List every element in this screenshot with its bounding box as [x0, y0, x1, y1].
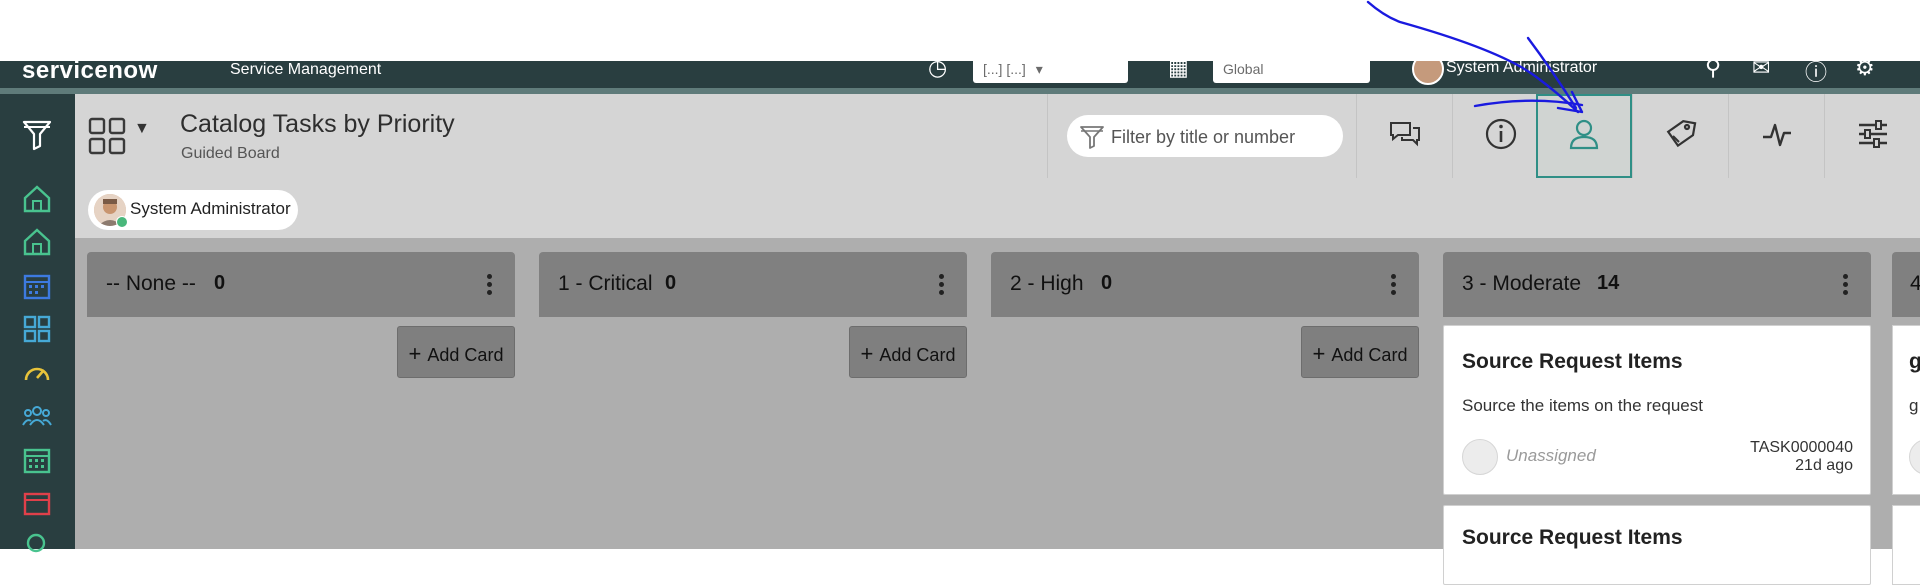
lane-count: 0 [214, 272, 226, 294]
add-card-label: Add Card [1331, 345, 1408, 365]
activity-icon [1760, 117, 1794, 156]
window-icon[interactable]: ▦ [1168, 61, 1189, 81]
presence-indicator [116, 216, 128, 228]
lane-title: 2 - High [1010, 272, 1084, 295]
chat-icon[interactable]: ✉ [1752, 61, 1770, 81]
add-card-label: Add Card [879, 345, 956, 365]
chat-icon [1388, 119, 1422, 154]
labels-button[interactable] [1632, 94, 1728, 178]
home-icon[interactable] [20, 182, 54, 216]
lane-count: 14 [1597, 272, 1620, 294]
info-icon [1484, 117, 1518, 156]
task-card[interactable]: g g [1892, 325, 1920, 495]
more-options-icon[interactable] [487, 274, 493, 298]
assignee-avatar[interactable] [1462, 439, 1498, 475]
lane-count: 0 [1101, 272, 1113, 294]
grid-icon[interactable] [20, 312, 54, 346]
add-card-button[interactable]: + Add Card [397, 326, 515, 378]
card-age: 21d ago [1795, 457, 1853, 474]
filter-field[interactable] [1067, 115, 1343, 159]
card-description: Source the items on the request [1462, 396, 1703, 415]
lane-title: 3 - Moderate [1462, 272, 1582, 295]
user-chip[interactable]: System Administrator [88, 190, 298, 230]
user-chip-label: System Administrator [130, 199, 291, 218]
conversations-button[interactable] [1356, 94, 1452, 178]
calendar-icon[interactable] [20, 269, 54, 303]
plus-icon: + [408, 341, 422, 366]
add-card-button[interactable]: + Add Card [1301, 326, 1419, 378]
task-card[interactable]: Source Request Items Source the items on… [1443, 325, 1871, 495]
chevron-down-icon: ▾ [1035, 61, 1043, 77]
search-icon[interactable]: ⚲ [1705, 61, 1721, 81]
board-subtitle: Guided Board [181, 145, 280, 162]
divider [1047, 94, 1048, 178]
more-options-icon[interactable] [939, 274, 945, 298]
lane-header: 4 [1892, 252, 1920, 317]
lane-moderate: 3 - Moderate 14 Source Request Items Sou… [1443, 252, 1871, 585]
card-number: TASK0000040 [1750, 439, 1853, 456]
annotation-area [0, 0, 1920, 52]
lane-title: 4 [1910, 272, 1920, 295]
sliders-icon [1856, 117, 1890, 156]
brand-logo: servicenow [22, 61, 158, 84]
activity-button[interactable] [1728, 94, 1824, 178]
more-options-icon[interactable] [1391, 274, 1397, 298]
members-button[interactable] [1536, 94, 1632, 178]
tag-icon [1664, 117, 1698, 156]
more-options-icon[interactable] [1843, 274, 1849, 298]
card-title: Source Request Items [1462, 526, 1683, 549]
lane-header: 2 - High 0 [991, 252, 1419, 317]
card-assignee[interactable]: Unassigned [1506, 446, 1596, 466]
user-icon [1567, 117, 1601, 156]
lane-title: -- None -- [106, 272, 196, 295]
header-user-name[interactable]: System Administrator [1446, 61, 1597, 77]
chevron-down-icon[interactable]: ▼ [134, 120, 150, 138]
gauge-icon[interactable] [20, 356, 54, 390]
left-navigation [0, 94, 75, 553]
top-header: servicenow Service Management ◷ [...] [.… [0, 61, 1920, 88]
member-filter-row: System Administrator [75, 178, 1920, 239]
product-name: Service Management [230, 61, 382, 78]
filter-icon [1079, 124, 1105, 155]
board-toolbar: ▼ Catalog Tasks by Priority Guided Board [75, 94, 1920, 179]
card-title: Source Request Items [1462, 350, 1683, 373]
card-description: g [1909, 396, 1919, 415]
plus-icon: + [860, 341, 874, 366]
plus-icon: + [1312, 341, 1326, 366]
filter-icon[interactable] [20, 118, 54, 152]
assignee-avatar[interactable] [1909, 439, 1920, 475]
lane-header: -- None -- 0 [87, 252, 515, 317]
board-lanes: -- None -- 0 + Add Card 1 - Critical 0 + A… [75, 238, 1920, 585]
calendar-icon[interactable] [20, 486, 54, 520]
card-title: g [1909, 350, 1920, 373]
lane-none: -- None -- 0 + Add Card [87, 252, 515, 378]
task-card[interactable] [1892, 505, 1920, 585]
home-icon[interactable] [20, 225, 54, 259]
history-icon[interactable]: ◷ [928, 61, 947, 81]
lane-high: 2 - High 0 + Add Card [991, 252, 1419, 378]
help-icon[interactable]: ⓘ [1805, 61, 1827, 87]
application-selector[interactable]: Global [1213, 61, 1370, 83]
task-card[interactable]: Source Request Items [1443, 505, 1871, 585]
scope-selector-label: [...] [...] [983, 61, 1026, 77]
lane-count: 0 [665, 272, 677, 294]
settings-button[interactable] [1824, 94, 1920, 178]
lane-header: 3 - Moderate 14 [1443, 252, 1871, 317]
lane-critical: 1 - Critical 0 + Add Card [539, 252, 967, 378]
page-title: Catalog Tasks by Priority [180, 110, 455, 138]
gear-icon[interactable]: ⚙ [1855, 61, 1875, 81]
scope-selector[interactable]: [...] [...] ▾ [973, 61, 1128, 83]
add-card-label: Add Card [427, 345, 504, 365]
board-switcher-icon[interactable] [87, 116, 127, 161]
add-card-button[interactable]: + Add Card [849, 326, 967, 378]
lane-title: 1 - Critical [558, 272, 653, 295]
people-icon[interactable] [20, 399, 54, 433]
filter-input[interactable] [1109, 115, 1333, 159]
avatar[interactable] [1412, 61, 1444, 85]
lane-header: 1 - Critical 0 [539, 252, 967, 317]
info-button[interactable] [1452, 94, 1548, 178]
search-icon[interactable] [20, 527, 54, 561]
lane-low-partial: 4 g g [1892, 252, 1920, 585]
calendar-icon[interactable] [20, 443, 54, 477]
